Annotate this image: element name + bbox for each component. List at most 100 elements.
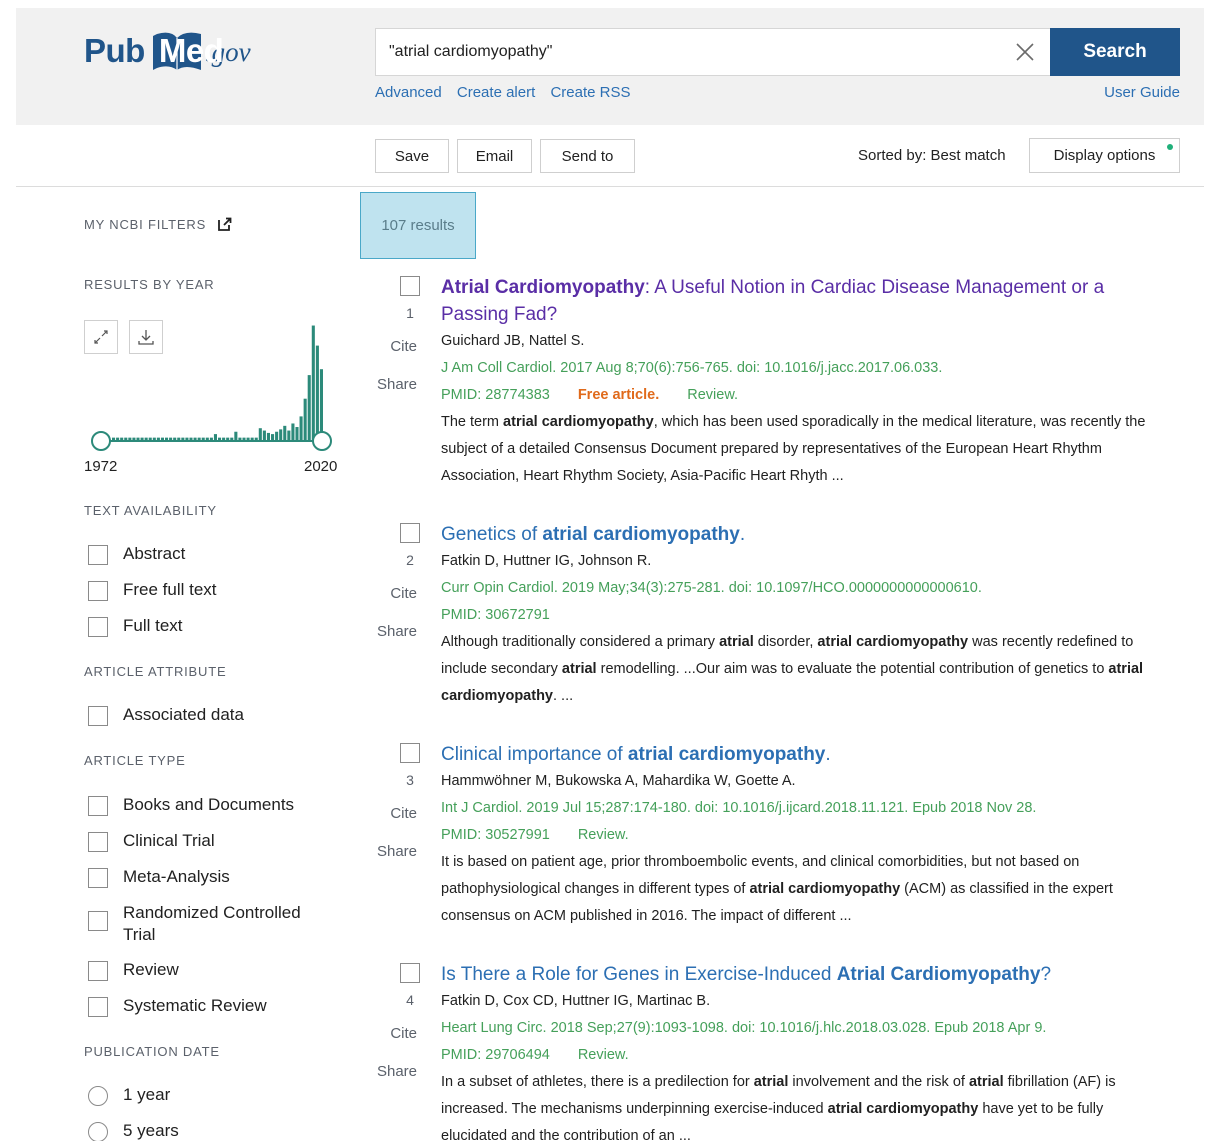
- year-bar[interactable]: [120, 437, 124, 440]
- share-button[interactable]: Share: [372, 1063, 417, 1080]
- year-bar[interactable]: [295, 427, 299, 440]
- advanced-link[interactable]: Advanced: [375, 84, 442, 101]
- year-bar[interactable]: [275, 431, 279, 440]
- year-bar[interactable]: [165, 437, 169, 440]
- year-bar[interactable]: [242, 437, 246, 440]
- filter-associated-data[interactable]: Associated data: [88, 705, 244, 726]
- cite-button[interactable]: Cite: [372, 338, 417, 355]
- year-bar[interactable]: [303, 398, 307, 440]
- checkbox[interactable]: [88, 545, 108, 565]
- year-slider-start-handle[interactable]: [91, 431, 111, 451]
- my-ncbi-filters-heading[interactable]: MY NCBI FILTERS: [84, 217, 232, 232]
- display-options-button[interactable]: Display options: [1029, 138, 1180, 173]
- share-button[interactable]: Share: [372, 376, 417, 393]
- date-option-1-year[interactable]: 1 year: [88, 1085, 170, 1106]
- email-button[interactable]: Email: [457, 139, 532, 173]
- year-bar[interactable]: [266, 432, 270, 440]
- year-bar[interactable]: [197, 437, 201, 440]
- year-bar[interactable]: [283, 425, 287, 440]
- year-bar[interactable]: [209, 437, 213, 440]
- year-bar[interactable]: [262, 430, 266, 440]
- year-bar[interactable]: [258, 428, 262, 440]
- radio-button[interactable]: [88, 1122, 108, 1141]
- year-bar[interactable]: [315, 345, 319, 440]
- year-bar[interactable]: [254, 437, 258, 440]
- result-title-link[interactable]: Genetics of atrial cardiomyopathy.: [441, 521, 1171, 548]
- year-bar[interactable]: [230, 437, 234, 440]
- year-bar[interactable]: [144, 437, 148, 440]
- filter-abstract[interactable]: Abstract: [88, 544, 185, 565]
- year-bar[interactable]: [181, 437, 185, 440]
- result-checkbox[interactable]: [400, 963, 420, 983]
- cite-button[interactable]: Cite: [372, 585, 417, 602]
- checkbox[interactable]: [88, 706, 108, 726]
- send-to-button[interactable]: Send to: [540, 139, 635, 173]
- user-guide-link[interactable]: User Guide: [1104, 84, 1180, 101]
- radio-button[interactable]: [88, 1086, 108, 1106]
- year-bar[interactable]: [226, 437, 230, 440]
- year-bar[interactable]: [213, 434, 217, 440]
- filter-free-full-text[interactable]: Free full text: [88, 580, 217, 601]
- year-bar[interactable]: [148, 437, 152, 440]
- year-bar[interactable]: [287, 430, 291, 440]
- checkbox[interactable]: [88, 961, 108, 981]
- results-by-year-chart[interactable]: [84, 310, 344, 460]
- year-bar[interactable]: [222, 437, 226, 440]
- year-bar[interactable]: [311, 325, 315, 440]
- filter-randomized-controlled-trial[interactable]: Randomized Controlled Trial: [88, 902, 328, 946]
- checkbox[interactable]: [88, 617, 108, 637]
- clear-search-icon[interactable]: [1012, 39, 1038, 65]
- year-bar[interactable]: [218, 437, 222, 440]
- checkbox[interactable]: [88, 911, 108, 931]
- year-bar[interactable]: [112, 437, 116, 440]
- year-bar[interactable]: [299, 416, 303, 440]
- year-bar[interactable]: [279, 429, 283, 440]
- filter-systematic-review[interactable]: Systematic Review: [88, 996, 267, 1017]
- checkbox[interactable]: [88, 796, 108, 816]
- year-bar[interactable]: [271, 434, 275, 440]
- year-bar[interactable]: [140, 437, 144, 440]
- filter-books-and-documents[interactable]: Books and Documents: [88, 795, 294, 816]
- year-bar[interactable]: [189, 437, 193, 440]
- share-button[interactable]: Share: [372, 843, 417, 860]
- year-bar[interactable]: [136, 437, 140, 440]
- filter-meta-analysis[interactable]: Meta-Analysis: [88, 867, 230, 888]
- year-bar[interactable]: [124, 437, 128, 440]
- checkbox[interactable]: [88, 997, 108, 1017]
- checkbox[interactable]: [88, 868, 108, 888]
- filter-clinical-trial[interactable]: Clinical Trial: [88, 831, 215, 852]
- year-bar[interactable]: [156, 437, 160, 440]
- year-bar[interactable]: [160, 437, 164, 440]
- search-button[interactable]: Search: [1050, 28, 1180, 76]
- year-bar[interactable]: [193, 437, 197, 440]
- year-bar[interactable]: [128, 437, 132, 440]
- search-input[interactable]: "atrial cardiomyopathy": [375, 28, 1050, 76]
- result-checkbox[interactable]: [400, 523, 420, 543]
- year-bar[interactable]: [205, 437, 209, 440]
- year-bar[interactable]: [177, 437, 181, 440]
- result-title-link[interactable]: Is There a Role for Genes in Exercise-In…: [441, 961, 1171, 988]
- create-rss-link[interactable]: Create RSS: [550, 84, 630, 101]
- checkbox[interactable]: [88, 581, 108, 601]
- date-option-5-years[interactable]: 5 years: [88, 1121, 179, 1141]
- result-title-link[interactable]: Clinical importance of atrial cardiomyop…: [441, 741, 1171, 768]
- filter-review[interactable]: Review: [88, 960, 179, 981]
- year-bar[interactable]: [169, 437, 173, 440]
- checkbox[interactable]: [88, 832, 108, 852]
- filter-full-text[interactable]: Full text: [88, 616, 183, 637]
- year-bar[interactable]: [319, 369, 323, 440]
- pubmed-logo[interactable]: Pub Med .gov: [84, 22, 251, 72]
- save-button[interactable]: Save: [375, 139, 449, 173]
- share-button[interactable]: Share: [372, 623, 417, 640]
- year-bar[interactable]: [185, 437, 189, 440]
- result-checkbox[interactable]: [400, 276, 420, 296]
- year-bar[interactable]: [152, 437, 156, 440]
- year-bar[interactable]: [234, 431, 238, 440]
- create-alert-link[interactable]: Create alert: [457, 84, 535, 101]
- year-bar[interactable]: [291, 423, 295, 440]
- cite-button[interactable]: Cite: [372, 805, 417, 822]
- year-slider-end-handle[interactable]: [312, 431, 332, 451]
- year-bar[interactable]: [246, 437, 250, 440]
- year-bar[interactable]: [132, 437, 136, 440]
- year-bar[interactable]: [238, 437, 242, 440]
